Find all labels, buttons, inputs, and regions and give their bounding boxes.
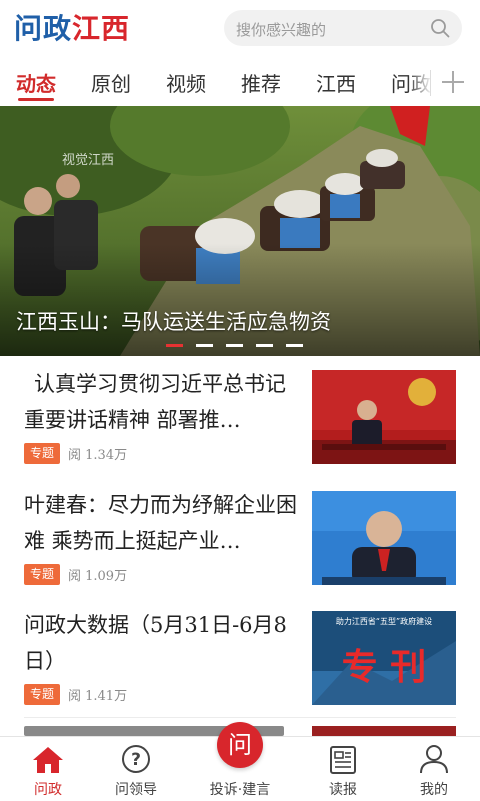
banner-watermark: 视觉江西 (62, 153, 114, 168)
tab-yuanchuang[interactable]: 原创 (91, 68, 131, 97)
banner-carousel[interactable]: 视觉江西 江西玉山：马队运送生活应急物资 (0, 106, 480, 356)
tab-dongtai[interactable]: 动态 (16, 68, 56, 97)
topic-badge: 专题 (24, 684, 60, 705)
active-tab-indicator (18, 98, 54, 101)
topic-badge: 专题 (24, 443, 60, 464)
app-header: 问政 江西 搜你感兴趣的 (0, 0, 480, 58)
news-thumbnail (312, 491, 456, 585)
news-item[interactable]: 认真学习贯彻习近平总书记重要讲话精神 部署推… 专题 阅 1.34万 (0, 356, 480, 476)
nav-wenzheng[interactable]: 问政 (0, 737, 96, 801)
news-title: 问政大数据（5月31日-6月8日） (24, 613, 287, 673)
thumb-subtitle: 助力江西省“五型”政府建设 (336, 616, 432, 626)
ask-icon[interactable]: 问 (217, 722, 263, 768)
category-tabs: 动态 原创 视频 推荐 江西 问政 (0, 58, 480, 106)
thumb-title: 专 刊 (342, 646, 427, 688)
newspaper-icon (330, 746, 356, 774)
search-bar[interactable]: 搜你感兴趣的 (224, 10, 462, 46)
read-count: 阅 1.34万 (68, 448, 128, 463)
carousel-dot[interactable] (166, 344, 183, 347)
carousel-indicator (166, 344, 303, 348)
nav-dubao[interactable]: 读报 (295, 737, 391, 801)
read-count: 阅 1.41万 (68, 689, 128, 704)
list-divider (24, 717, 456, 718)
topic-badge: 专题 (24, 564, 60, 585)
search-icon[interactable] (430, 18, 450, 38)
carousel-dot[interactable] (286, 344, 303, 347)
search-placeholder: 搜你感兴趣的 (236, 21, 327, 39)
carousel-dot[interactable] (226, 344, 243, 347)
logo-text-blue: 问政 (14, 12, 73, 45)
nav-label: 读报 (329, 782, 357, 798)
news-item[interactable]: 问政大数据（5月31日-6月8日） 专题 阅 1.41万 助力江西省“五型”政府… (0, 597, 480, 717)
nav-wenlingdao[interactable]: ? 问领导 (88, 737, 184, 801)
news-item[interactable]: 叶建春：尽力而为纾解企业困难 乘势而上挺起产业… 专题 阅 1.09万 (0, 477, 480, 597)
tab-tuijian[interactable]: 推荐 (241, 68, 281, 97)
add-channel-button[interactable] (430, 62, 476, 102)
news-thumbnail (312, 726, 456, 736)
news-title: 认真学习贯彻习近平总书记重要讲话精神 部署推… (24, 372, 286, 432)
carousel-dot[interactable] (196, 344, 213, 347)
logo-text-red: 江西 (72, 12, 131, 45)
nav-label: 投诉·建言 (209, 782, 271, 798)
plus-icon (442, 71, 464, 93)
nav-label: 问政 (34, 782, 62, 798)
banner-caption: 江西玉山：马队运送生活应急物资 (16, 310, 331, 334)
tab-fade (408, 58, 432, 106)
app-logo[interactable]: 问政 江西 (14, 10, 131, 45)
read-count: 阅 1.09万 (68, 569, 128, 584)
nav-mine[interactable]: 我的 (386, 737, 480, 801)
nav-label: 问领导 (115, 782, 157, 798)
carousel-dot[interactable] (256, 344, 273, 347)
tab-shipin[interactable]: 视频 (166, 68, 206, 97)
svg-text:?: ? (131, 750, 141, 770)
news-thumbnail: 助力江西省“五型”政府建设 专 刊 (312, 611, 456, 705)
question-icon: ? (122, 745, 150, 773)
news-thumbnail (312, 370, 456, 464)
nav-label: 我的 (420, 782, 448, 798)
news-title: 叶建春：尽力而为纾解企业困难 乘势而上挺起产业… (24, 493, 297, 553)
home-icon (33, 747, 63, 773)
tab-jiangxi[interactable]: 江西 (316, 68, 356, 97)
user-icon (420, 745, 448, 774)
